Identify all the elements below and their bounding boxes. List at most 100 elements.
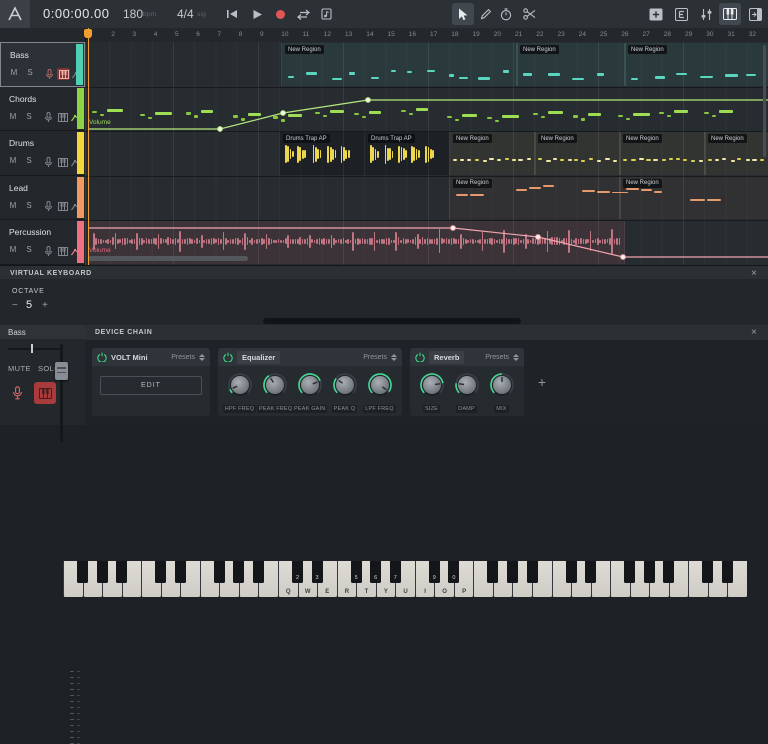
region-bass-0[interactable]: New Region	[281, 43, 518, 86]
lane-chords[interactable]	[85, 87, 768, 133]
black-key[interactable]	[624, 561, 635, 583]
lane-lead[interactable]: New RegionNew Region	[85, 176, 768, 222]
editor-panel-button[interactable]	[670, 3, 692, 25]
knob-peak-freq[interactable]: PEAK FREQ	[257, 370, 292, 414]
black-key[interactable]	[253, 561, 264, 583]
knob-lpf-freq[interactable]: LPF FREQ	[362, 370, 397, 414]
black-key[interactable]	[487, 561, 498, 583]
track-instrument-button[interactable]	[56, 156, 69, 168]
track-record-arm-button[interactable]	[42, 112, 55, 124]
region-drums-2[interactable]: New Region	[449, 132, 536, 175]
select-tool-button[interactable]	[452, 3, 474, 25]
channel-mute-button[interactable]: MUTE	[8, 364, 31, 373]
device-edit-button[interactable]: EDIT	[100, 376, 202, 395]
pan-slider[interactable]	[8, 348, 60, 350]
black-key[interactable]	[644, 561, 655, 583]
track-header-chords[interactable]: ChordsMS	[0, 87, 85, 132]
device-presets-dropdown[interactable]: Presets	[171, 354, 195, 361]
track-header-drums[interactable]: DrumsMS	[0, 131, 85, 176]
track-record-arm-button[interactable]	[43, 68, 56, 80]
presets-updown-icon[interactable]	[390, 353, 397, 362]
device-presets-dropdown[interactable]: Presets	[485, 354, 509, 361]
black-key[interactable]: 6	[370, 561, 381, 583]
track-header-lead[interactable]: LeadMS	[0, 176, 85, 221]
knob-peak-q[interactable]: PEAK Q	[327, 370, 362, 414]
lane-bass[interactable]: New RegionNew RegionNew Region	[85, 42, 768, 88]
octave-minus-button[interactable]: −	[12, 300, 18, 311]
playhead-handle[interactable]	[84, 29, 92, 38]
track-instrument-button[interactable]	[56, 201, 69, 213]
device-equalizer[interactable]: EqualizerPresetsHPF FREQPEAK FREQPEAK GA…	[218, 348, 402, 416]
volume-fader-handle[interactable]	[55, 362, 68, 380]
region-lead-0[interactable]: New Region	[449, 177, 621, 220]
signature-value[interactable]: 4/4	[177, 7, 194, 21]
tempo-value[interactable]: 180	[123, 7, 143, 21]
black-key[interactable]	[527, 561, 538, 583]
piano-keyboard[interactable]: QWERTYUIOP2356790	[63, 561, 747, 597]
track-mute-button[interactable]: M	[8, 112, 18, 121]
black-key[interactable]	[702, 561, 713, 583]
black-key[interactable]	[214, 561, 225, 583]
region-bass-2[interactable]: New Region	[624, 43, 768, 86]
device-power-button[interactable]	[223, 352, 233, 362]
device-presets-dropdown[interactable]: Presets	[363, 354, 387, 361]
device-volt-mini[interactable]: VOLT MiniPresetsEDIT	[92, 348, 210, 416]
track-solo-button[interactable]: S	[24, 245, 34, 254]
region-lead-1[interactable]: New Region	[619, 177, 768, 220]
track-mute-button[interactable]: M	[9, 68, 19, 77]
lane-drums[interactable]: Drums Trap APDrums Trap APNew RegionNew …	[85, 131, 768, 177]
play-button[interactable]	[246, 3, 268, 25]
black-key[interactable]	[663, 561, 674, 583]
track-solo-button[interactable]: S	[25, 68, 35, 77]
black-key[interactable]	[175, 561, 186, 583]
track-record-arm-button[interactable]	[42, 201, 55, 213]
track-mute-button[interactable]: M	[8, 245, 18, 254]
knob-peak-gain[interactable]: PEAK GAIN	[292, 370, 327, 414]
track-record-arm-button[interactable]	[42, 245, 55, 257]
volume-fader-track[interactable]	[60, 344, 63, 442]
black-key[interactable]	[155, 561, 166, 583]
device-chain-close-button[interactable]: ×	[751, 327, 757, 338]
black-key[interactable]: 0	[448, 561, 459, 583]
virtual-keyboard-close-button[interactable]: ×	[751, 268, 757, 279]
track-solo-button[interactable]: S	[24, 112, 34, 121]
add-device-button[interactable]: +	[534, 374, 550, 390]
region-drums-1[interactable]: Drums Trap AP	[364, 132, 451, 175]
black-key[interactable]	[97, 561, 108, 583]
track-record-arm-button[interactable]	[42, 156, 55, 168]
loop-button[interactable]	[292, 3, 314, 25]
draw-tool-button[interactable]	[475, 3, 497, 25]
region-drums-5[interactable]: New Region	[704, 132, 768, 175]
time-display[interactable]: 0:00:00.00	[43, 6, 109, 21]
skip-to-start-button[interactable]	[221, 3, 243, 25]
device-power-button[interactable]	[415, 352, 425, 362]
device-reverb[interactable]: ReverbPresetsSIZEDAMPMIX	[410, 348, 524, 416]
knob-damp[interactable]: DAMP	[449, 370, 484, 414]
black-key[interactable]	[233, 561, 244, 583]
app-logo[interactable]	[0, 0, 30, 28]
channel-mic-button[interactable]	[6, 382, 28, 404]
keyboard-range-indicator[interactable]	[263, 318, 521, 324]
mixer-panel-button[interactable]	[695, 3, 717, 25]
black-key[interactable]	[722, 561, 733, 583]
black-key[interactable]: 9	[429, 561, 440, 583]
knob-hpf-freq[interactable]: HPF FREQ	[222, 370, 257, 414]
virtual-keyboard-panel-button[interactable]	[719, 3, 741, 25]
add-track-panel-button[interactable]	[645, 3, 667, 25]
track-solo-button[interactable]: S	[24, 156, 34, 165]
black-key[interactable]	[566, 561, 577, 583]
black-key[interactable]: 7	[390, 561, 401, 583]
record-button[interactable]	[269, 3, 291, 25]
device-panel-button[interactable]	[744, 3, 766, 25]
score-export-button[interactable]	[315, 3, 337, 25]
black-key[interactable]: 5	[351, 561, 362, 583]
vertical-scrollbar[interactable]	[763, 45, 766, 157]
region-drums-4[interactable]: New Region	[619, 132, 706, 175]
pan-slider-handle[interactable]	[31, 344, 33, 353]
horizontal-scrollbar[interactable]	[88, 256, 248, 261]
track-header-percussion[interactable]: PercussionMS	[0, 220, 85, 265]
arrange-lanes[interactable]: New RegionNew RegionNew RegionDrums Trap…	[85, 42, 768, 265]
black-key[interactable]	[77, 561, 88, 583]
region-chords-0[interactable]	[88, 88, 768, 131]
black-key[interactable]	[585, 561, 596, 583]
